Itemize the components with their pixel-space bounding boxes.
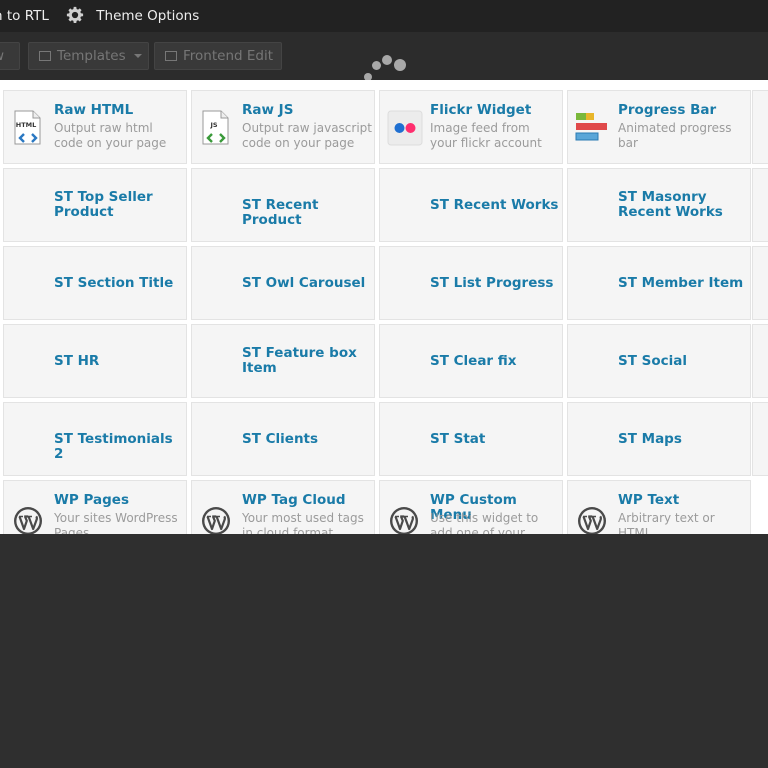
wordpress-icon xyxy=(14,507,42,534)
element-tile[interactable]: ST Stat xyxy=(379,402,563,476)
toolbar-first-button[interactable]: w xyxy=(0,42,20,70)
flickr-icon xyxy=(387,110,423,150)
element-title: Progress Bar xyxy=(618,102,717,118)
element-tile[interactable]: WP Pages Your sites WordPress Pages xyxy=(3,480,187,534)
element-tile[interactable]: WP Tag Cloud Your most used tags in cloud… xyxy=(191,480,375,534)
svg-text:HTML: HTML xyxy=(16,121,36,129)
partial-tile[interactable] xyxy=(752,246,768,320)
wordpress-icon xyxy=(577,506,607,534)
element-title: ST List Progress xyxy=(430,275,554,291)
element-description: Animated progress bar xyxy=(618,121,732,150)
element-tile[interactable]: ST Recent Product xyxy=(191,168,375,242)
element-tile[interactable]: Flickr Widget Image feed from your flickr… xyxy=(379,90,563,164)
element-tile[interactable]: Progress Bar Animated progress bar xyxy=(567,90,751,164)
element-tile[interactable]: Raw JS Output raw javascript code on your… xyxy=(191,90,375,164)
frontend-edit-label: Frontend Edit xyxy=(183,48,274,64)
element-title: ST Clients xyxy=(242,431,319,447)
switch-rtl-link[interactable]: h to RTL xyxy=(0,0,49,32)
element-tile[interactable]: ST Clear fix xyxy=(379,324,563,398)
svg-text:JS: JS xyxy=(209,121,217,129)
wordpress-icon xyxy=(13,506,43,534)
element-title: ST Masonry Recent Works xyxy=(618,189,723,220)
element-title: ST Maps xyxy=(618,431,682,447)
chevron-down-icon xyxy=(133,54,142,58)
element-tile[interactable]: ST Owl Carousel xyxy=(191,246,375,320)
html-file-icon: HTML xyxy=(11,110,45,150)
element-title: WP Pages xyxy=(54,492,129,508)
element-title: ST Stat xyxy=(430,431,486,447)
element-title: Raw HTML xyxy=(54,102,134,118)
loading-spinner-icon xyxy=(360,52,410,82)
element-tile[interactable]: ST Section Title xyxy=(3,246,187,320)
element-title: ST Recent Product xyxy=(242,197,319,228)
element-description: Output raw html code on your page xyxy=(54,121,167,150)
element-description: Image feed from your flickr account xyxy=(430,121,542,150)
add-element-panel: Raw HTML Output raw html code on your pag… xyxy=(0,80,768,534)
progress-bar-icon xyxy=(575,110,609,148)
element-title: ST Recent Works xyxy=(430,197,559,213)
wordpress-icon xyxy=(389,506,419,534)
flickr-icon xyxy=(387,110,423,146)
wordpress-icon xyxy=(390,507,418,534)
partial-tile[interactable] xyxy=(752,324,768,398)
element-title: WP Tag Cloud xyxy=(242,492,346,508)
element-title: Raw JS xyxy=(242,102,294,118)
element-title: ST Clear fix xyxy=(430,353,517,369)
element-tile[interactable]: WP Text Arbitrary text or HTML xyxy=(567,480,751,534)
wordpress-icon xyxy=(202,507,230,534)
element-tile[interactable]: WP Custom Menu Use this widget to add one… xyxy=(379,480,563,534)
element-description: Arbitrary text or HTML xyxy=(618,511,715,534)
js-file-icon: JS xyxy=(202,110,229,145)
partial-tile[interactable] xyxy=(752,402,768,476)
element-title: WP Text xyxy=(618,492,680,508)
element-title: ST Member Item xyxy=(618,275,744,291)
element-title: ST Owl Carousel xyxy=(242,275,366,291)
frontend-edit-icon xyxy=(165,51,177,61)
element-tile[interactable]: ST Member Item xyxy=(567,246,751,320)
theme-options-label: Theme Options xyxy=(96,8,200,24)
element-description: Output raw javascript code on your page xyxy=(242,121,372,150)
element-tile[interactable]: ST Feature box Item xyxy=(191,324,375,398)
element-tile[interactable]: ST Social xyxy=(567,324,751,398)
admin-bar: h to RTL Theme Options xyxy=(0,0,768,32)
templates-label: Templates xyxy=(57,48,126,64)
wordpress-icon xyxy=(201,506,231,534)
partial-tile[interactable] xyxy=(752,168,768,242)
element-tile[interactable]: ST Clients xyxy=(191,402,375,476)
templates-button[interactable]: Templates xyxy=(28,42,149,70)
element-title: ST Social xyxy=(618,353,687,369)
element-tile[interactable]: ST Masonry Recent Works xyxy=(567,168,751,242)
element-tile[interactable]: ST Recent Works xyxy=(379,168,563,242)
element-title: Flickr Widget xyxy=(430,102,532,118)
element-title: ST Feature box Item xyxy=(242,345,357,376)
element-title: ST Section Title xyxy=(54,275,174,291)
element-description: Your most used tags in cloud format xyxy=(242,511,364,534)
element-title: ST Top Seller Product xyxy=(54,189,153,220)
element-tile[interactable]: ST List Progress xyxy=(379,246,563,320)
element-title: ST Testimonials 2 xyxy=(54,431,173,462)
templates-icon xyxy=(39,51,51,61)
element-title: ST HR xyxy=(54,353,100,369)
js-file-icon: JS xyxy=(199,110,233,150)
element-tile[interactable]: ST HR xyxy=(3,324,187,398)
gear-icon xyxy=(66,6,84,24)
element-tile[interactable]: ST Testimonials 2 xyxy=(3,402,187,476)
element-description: Your sites WordPress Pages xyxy=(54,511,178,534)
element-tile[interactable]: Raw HTML Output raw html code on your pag… xyxy=(3,90,187,164)
theme-options-link[interactable]: Theme Options xyxy=(66,0,199,32)
element-description: Use this widget to add one of your custo… xyxy=(430,511,539,534)
element-tile[interactable]: ST Top Seller Product xyxy=(3,168,187,242)
progress-bar-icon xyxy=(575,113,607,141)
partial-tile[interactable] xyxy=(752,90,768,164)
html-file-icon: HTML xyxy=(14,110,41,145)
element-tile[interactable]: ST Maps xyxy=(567,402,751,476)
wordpress-icon xyxy=(578,507,606,534)
frontend-edit-button[interactable]: Frontend Edit xyxy=(154,42,282,70)
